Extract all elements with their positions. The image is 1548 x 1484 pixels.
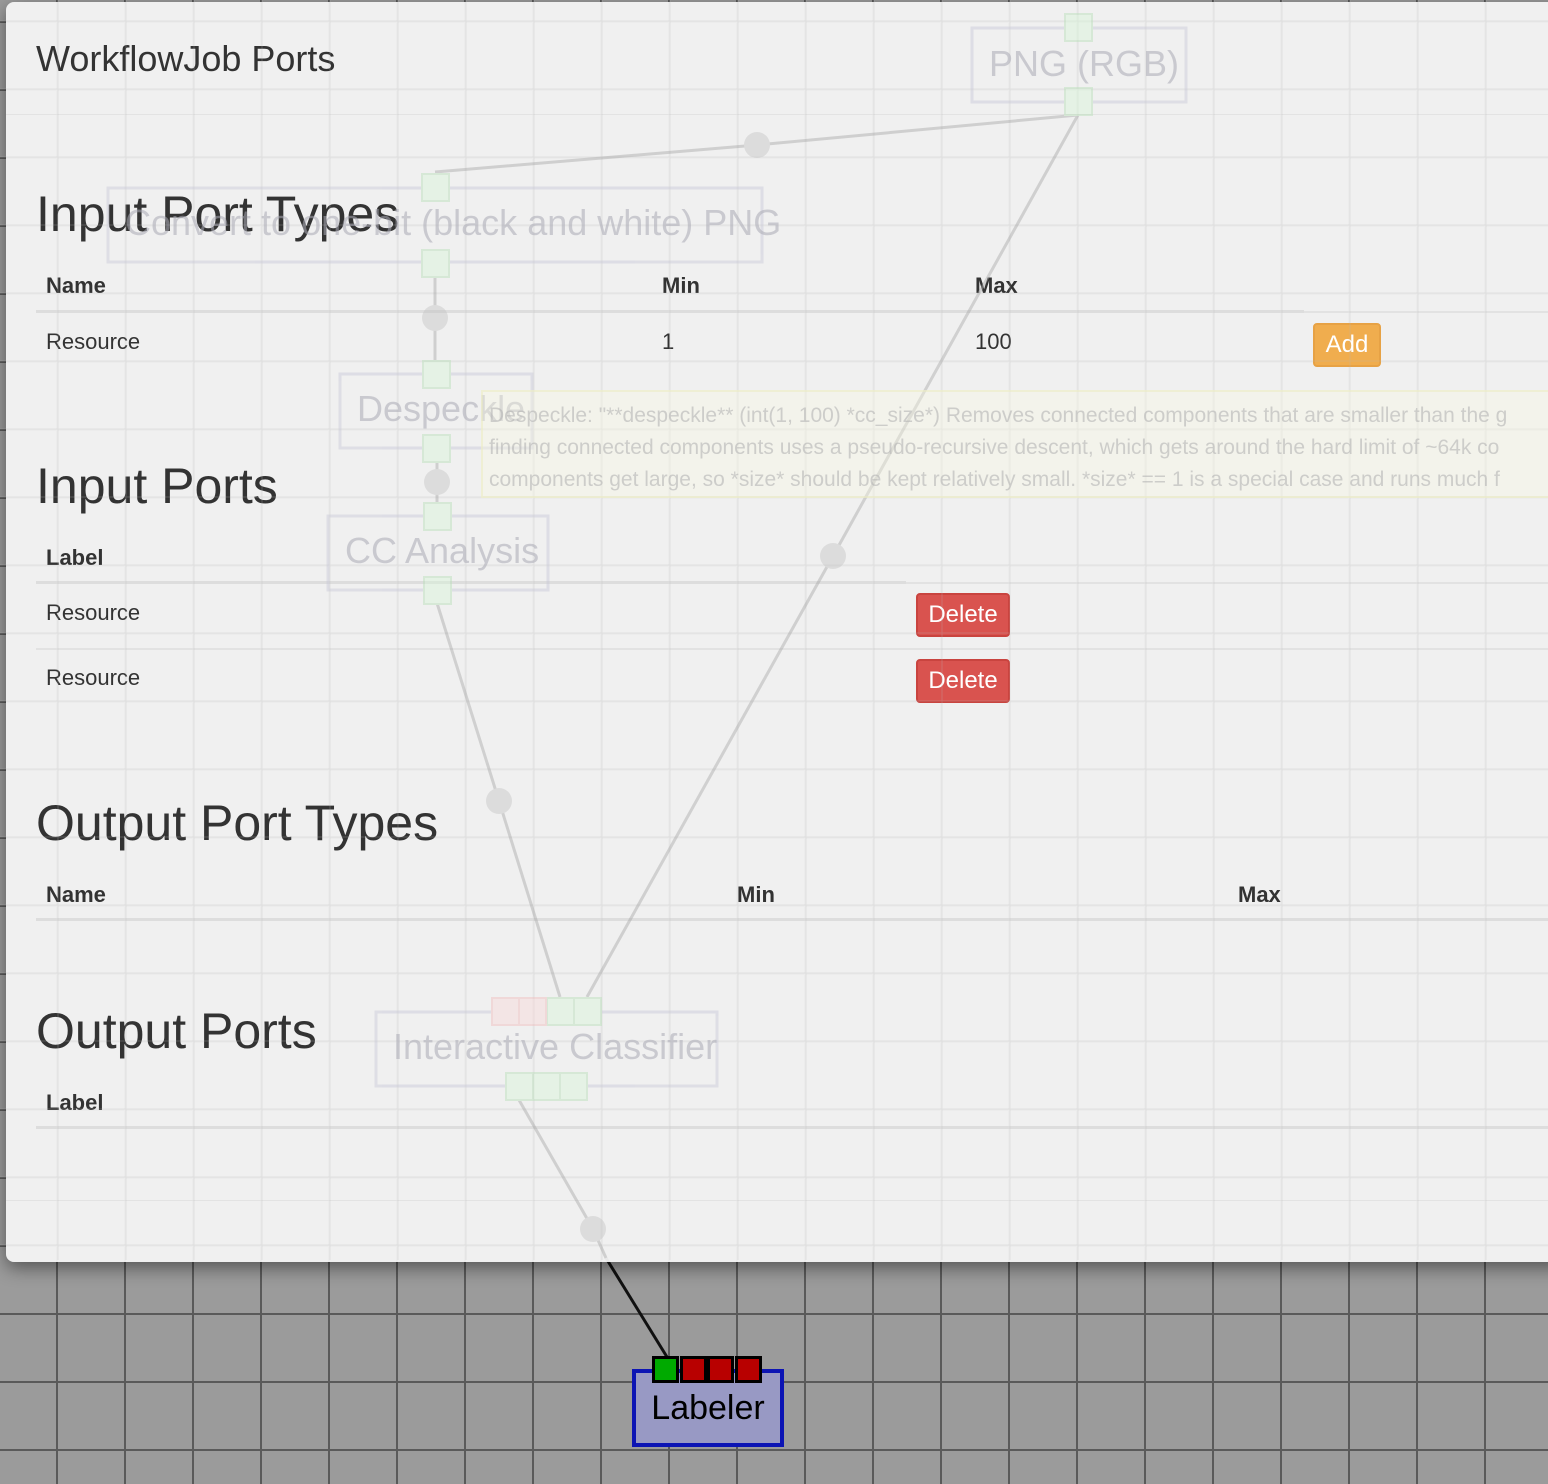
table-cell-name: Resource <box>46 329 141 354</box>
tooltip-line: components get large, so *size* should b… <box>489 468 1500 491</box>
column-header-max: Max <box>1238 882 1281 907</box>
section-title-output-port-types: Output Port Types <box>36 795 439 851</box>
input-port-unconnected[interactable] <box>680 1356 707 1383</box>
modal-footer <box>6 1200 1548 1201</box>
ghost-node-png-rgb: PNG (RGB) <box>989 43 1180 84</box>
column-header-label: Label <box>46 1090 104 1115</box>
table-header-rule <box>36 581 906 584</box>
column-header-max: Max <box>975 273 1018 298</box>
column-header-name: Name <box>46 882 106 907</box>
input-port-unconnected[interactable] <box>707 1356 734 1383</box>
table-cell-min: 1 <box>662 329 675 354</box>
node-label: Labeler <box>651 1389 765 1427</box>
table-header-rule <box>906 582 1548 584</box>
table-cell-label: Resource <box>46 665 141 690</box>
section-title-input-ports: Input Ports <box>36 458 278 514</box>
ghost-node-convert-bw: Convert to one-bit (black and white) PNG <box>125 202 782 243</box>
table-header-rule <box>36 310 1304 313</box>
connection-line <box>604 1257 669 1358</box>
table-cell-label: Resource <box>46 600 141 625</box>
ghost-node-cc-analysis: CC Analysis <box>345 530 540 571</box>
ports-modal: WorkflowJob Ports Input Port Types Name … <box>6 2 1548 1262</box>
delete-port-button[interactable]: Delete <box>916 659 1010 703</box>
section-title-output-ports: Output Ports <box>36 1003 317 1059</box>
input-port-unconnected[interactable] <box>735 1356 762 1383</box>
delete-port-button[interactable]: Delete <box>916 593 1010 637</box>
modal-title: WorkflowJob Ports <box>36 38 336 79</box>
tooltip-line: Despeckle: "**despeckle** (int(1, 100) *… <box>489 404 1508 427</box>
add-port-button[interactable]: Add <box>1313 323 1381 367</box>
table-header-rule <box>36 918 1548 921</box>
input-port-connected[interactable] <box>652 1356 679 1383</box>
table-cell-max: 100 <box>975 329 1012 354</box>
table-header-rule <box>36 1126 1548 1129</box>
node-description-tooltip: Despeckle: "**despeckle** (int(1, 100) *… <box>481 390 1548 498</box>
column-header-min: Min <box>662 273 700 298</box>
table-row-divider <box>36 648 1548 650</box>
column-header-name: Name <box>46 273 106 298</box>
ghost-node-interactive-classifier: Interactive Classifier <box>393 1026 718 1067</box>
tooltip-line: finding connected components uses a pseu… <box>489 436 1500 459</box>
table-header-rule <box>1304 311 1548 313</box>
modal-header: WorkflowJob Ports <box>6 2 1548 115</box>
column-header-min: Min <box>737 882 775 907</box>
column-header-label: Label <box>46 545 104 570</box>
